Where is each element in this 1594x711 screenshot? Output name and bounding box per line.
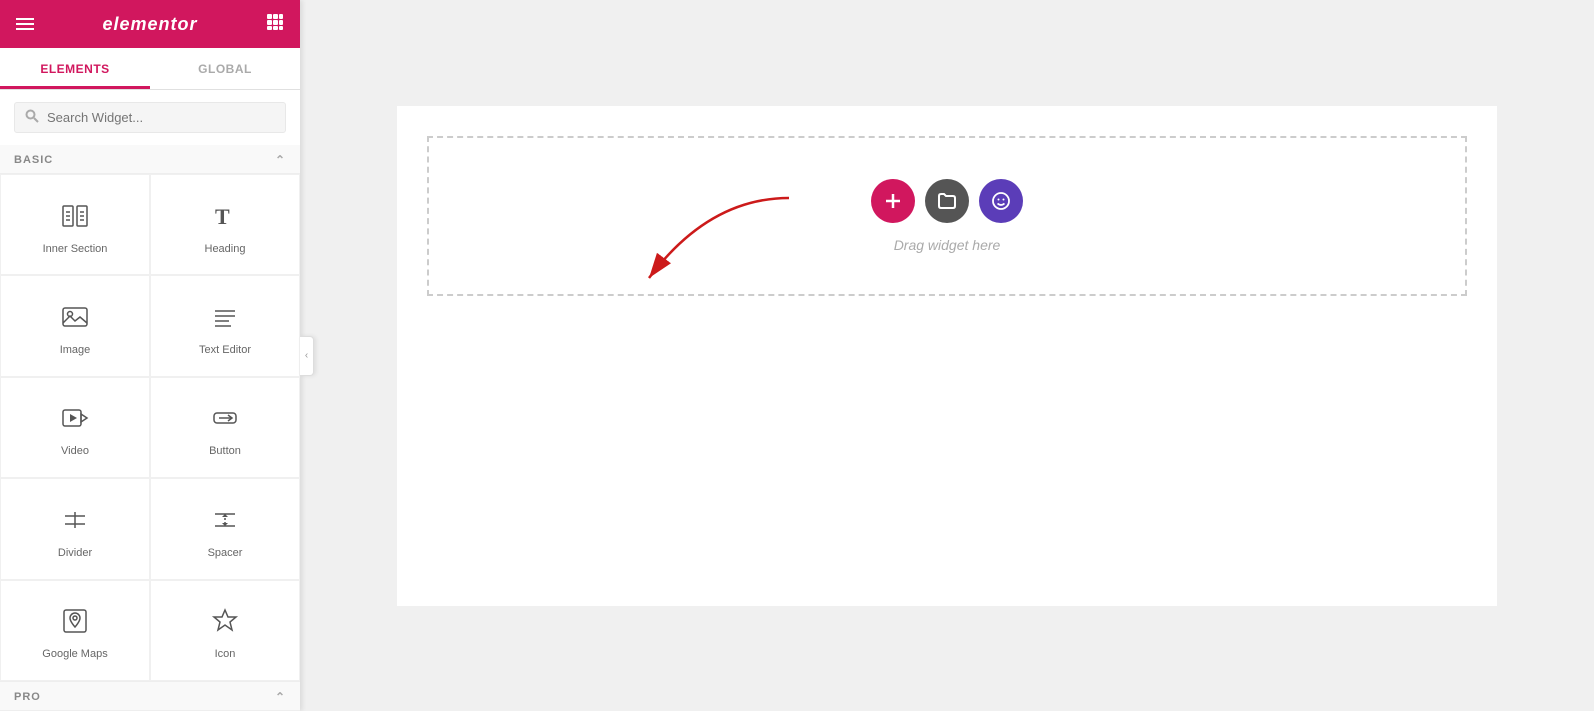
inner-section-icon	[57, 198, 93, 234]
widget-divider-label: Divider	[58, 546, 92, 560]
sidebar: elementor ELEMENTS GLOBAL	[0, 0, 300, 711]
video-icon	[57, 400, 93, 436]
search-box	[14, 102, 286, 133]
add-section-button[interactable]	[871, 179, 915, 223]
widget-icon-label: Icon	[215, 647, 236, 661]
search-icon	[25, 109, 39, 126]
collapse-handle[interactable]: ‹	[300, 336, 314, 376]
widget-image-label: Image	[60, 343, 91, 357]
drop-zone[interactable]: Drag widget here	[427, 136, 1467, 296]
canvas-area: Drag widget here	[397, 106, 1497, 606]
image-icon	[57, 299, 93, 335]
text-editor-icon	[207, 299, 243, 335]
widget-video[interactable]: Video	[0, 377, 150, 478]
pro-chevron-icon: ⌃	[275, 690, 286, 704]
tab-global[interactable]: GLOBAL	[150, 48, 300, 89]
sidebar-header: elementor	[0, 0, 300, 48]
divider-icon	[57, 502, 93, 538]
widget-image[interactable]: Image	[0, 275, 150, 376]
basic-chevron-icon: ⌃	[275, 153, 286, 167]
icon-icon	[207, 603, 243, 639]
svg-text:T: T	[215, 204, 230, 229]
widgets-grid: Inner Section T Heading Image	[0, 174, 300, 681]
folder-button[interactable]	[925, 179, 969, 223]
arrow-annotation	[629, 188, 809, 308]
main-canvas: Drag widget here	[300, 0, 1594, 711]
hamburger-menu-button[interactable]	[16, 18, 34, 30]
widget-google-maps[interactable]: Google Maps	[0, 580, 150, 681]
widget-text-editor-label: Text Editor	[199, 343, 251, 357]
elementor-logo: elementor	[102, 14, 197, 35]
widget-heading-label: Heading	[205, 242, 246, 256]
sidebar-tabs: ELEMENTS GLOBAL	[0, 48, 300, 90]
heading-icon: T	[207, 198, 243, 234]
widget-heading[interactable]: T Heading	[150, 174, 300, 275]
button-icon	[207, 400, 243, 436]
grid-icon[interactable]	[266, 13, 284, 36]
widget-spacer[interactable]: Spacer	[150, 478, 300, 579]
drop-zone-buttons	[871, 179, 1023, 223]
widget-text-editor[interactable]: Text Editor	[150, 275, 300, 376]
google-maps-icon	[57, 603, 93, 639]
search-input[interactable]	[47, 110, 275, 125]
spacer-icon	[207, 502, 243, 538]
widget-divider[interactable]: Divider	[0, 478, 150, 579]
tab-elements[interactable]: ELEMENTS	[0, 48, 150, 89]
widget-video-label: Video	[61, 444, 89, 458]
widget-inner-section-label: Inner Section	[43, 242, 108, 256]
emoji-button[interactable]	[979, 179, 1023, 223]
pro-section-label[interactable]: PRO ⌃	[0, 681, 300, 711]
widget-icon[interactable]: Icon	[150, 580, 300, 681]
drag-widget-text: Drag widget here	[894, 237, 1001, 253]
search-wrap	[0, 90, 300, 145]
widget-button[interactable]: Button	[150, 377, 300, 478]
widget-button-label: Button	[209, 444, 241, 458]
chevron-left-icon: ‹	[305, 350, 308, 361]
widget-inner-section[interactable]: Inner Section	[0, 174, 150, 275]
basic-section-label[interactable]: BASIC ⌃	[0, 145, 300, 174]
widget-spacer-label: Spacer	[208, 546, 243, 560]
widget-google-maps-label: Google Maps	[42, 647, 107, 661]
